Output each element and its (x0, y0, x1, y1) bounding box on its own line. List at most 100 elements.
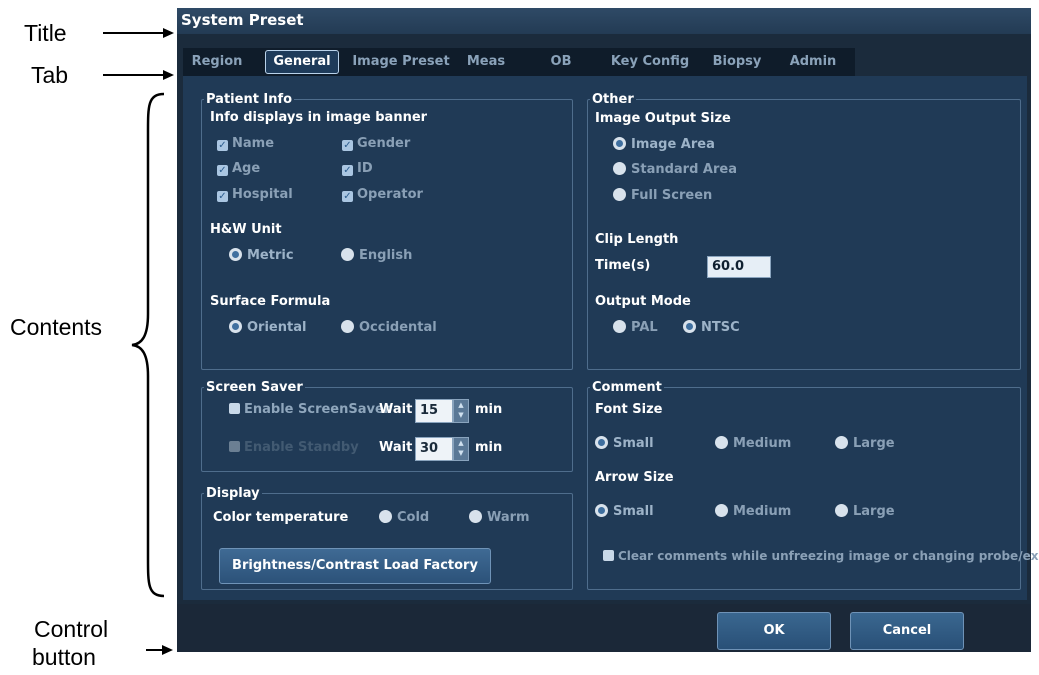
hw-unit-label: H&W Unit (210, 222, 282, 237)
wait-stepper-2[interactable]: ▲ ▼ (453, 437, 469, 461)
check-icon: ✓ (342, 165, 353, 176)
output-mode-label: Output Mode (595, 294, 691, 309)
comment-legend: Comment (592, 380, 662, 395)
radio-icon (613, 320, 626, 333)
check-icon: ✓ (342, 140, 353, 151)
check-icon: ✓ (217, 191, 228, 202)
tab-image-preset[interactable]: Image Preset (351, 48, 451, 76)
dialog-title: System Preset (181, 11, 304, 29)
wait-label-2: Wait (379, 440, 413, 455)
font-size-label: Font Size (595, 402, 663, 417)
tab-arrow (103, 74, 165, 76)
tab-key-config[interactable]: Key Config (605, 48, 695, 76)
oriental-radio[interactable]: Oriental (229, 320, 306, 335)
radio-icon (613, 188, 626, 201)
wait-unit-2: min (475, 440, 503, 455)
image-output-size-label: Image Output Size (595, 111, 731, 126)
time-label: Time(s) (595, 258, 651, 273)
wait-label-1: Wait (379, 402, 413, 417)
surface-formula-label: Surface Formula (210, 294, 331, 309)
radio-icon (379, 510, 392, 523)
clip-length-label: Clip Length (595, 232, 679, 247)
radio-icon (835, 504, 848, 517)
screen-saver-group: Screen Saver (201, 380, 573, 472)
id-checkbox[interactable]: ✓ ID (342, 161, 373, 176)
enable-screensaver-checkbox[interactable]: Enable ScreenSaver (229, 402, 390, 417)
tab-admin[interactable]: Admin (787, 48, 839, 76)
arrow-medium-radio[interactable]: Medium (715, 504, 791, 519)
wait-value-2: 30 (420, 441, 439, 456)
radio-icon (613, 162, 626, 175)
font-large-radio[interactable]: Large (835, 436, 895, 451)
contents-brace (131, 92, 165, 598)
radio-selected-icon (229, 248, 242, 261)
tab-meas[interactable]: Meas (461, 48, 511, 76)
occidental-radio[interactable]: Occidental (341, 320, 437, 335)
radio-selected-icon (683, 320, 696, 333)
tab-annotation: Tab (31, 62, 69, 88)
checkbox-icon (229, 403, 240, 414)
clear-comments-checkbox[interactable]: Clear comments while unfreezing image or… (603, 549, 1039, 563)
radio-selected-icon (595, 436, 608, 449)
image-area-radio[interactable]: Image Area (613, 137, 715, 152)
operator-checkbox[interactable]: ✓ Operator (342, 187, 423, 202)
name-checkbox[interactable]: ✓ Name (217, 136, 274, 151)
title-arrow-head (163, 28, 174, 38)
tab-general[interactable]: General (265, 50, 339, 74)
pal-radio[interactable]: PAL (613, 320, 658, 335)
control-annotation-line1: Control (34, 616, 109, 642)
radio-icon (835, 436, 848, 449)
control-annotation-line2: button (32, 644, 96, 670)
wait-stepper-1[interactable]: ▲ ▼ (453, 399, 469, 423)
color-temperature-label: Color temperature (213, 510, 349, 525)
time-input[interactable]: 60.0 (707, 256, 771, 278)
warm-radio[interactable]: Warm (469, 510, 530, 525)
radio-icon (341, 320, 354, 333)
control-arrow-head (162, 645, 173, 655)
tab-biopsy[interactable]: Biopsy (709, 48, 765, 76)
enable-standby-checkbox[interactable]: Enable Standby (229, 440, 359, 455)
wait-input-2[interactable]: 30 (415, 437, 453, 461)
wait-input-1[interactable]: 15 (415, 399, 453, 423)
radio-selected-icon (613, 137, 626, 150)
tab-arrow-head (163, 70, 174, 80)
cancel-button[interactable]: Cancel (850, 612, 964, 650)
system-preset-dialog: System Preset Region General Image Prese… (177, 8, 1039, 652)
radio-selected-icon (229, 320, 242, 333)
gender-checkbox[interactable]: ✓ Gender (342, 136, 410, 151)
ok-button[interactable]: OK (717, 612, 831, 650)
cold-radio[interactable]: Cold (379, 510, 429, 525)
contents-panel: Patient Info Info displays in image bann… (183, 76, 1039, 600)
metric-radio[interactable]: Metric (229, 248, 294, 263)
title-arrow (103, 32, 165, 34)
ntsc-radio[interactable]: NTSC (683, 320, 740, 335)
tab-ob[interactable]: OB (543, 48, 579, 76)
wait-unit-1: min (475, 402, 503, 417)
control-button-bar: OK Cancel (177, 604, 1031, 652)
load-factory-button[interactable]: Brightness/Contrast Load Factory (219, 548, 491, 584)
screen-saver-legend: Screen Saver (206, 380, 303, 395)
check-icon: ✓ (217, 140, 228, 151)
banner-label: Info displays in image banner (210, 110, 428, 125)
radio-icon (715, 436, 728, 449)
title-annotation: Title (24, 20, 67, 46)
time-value: 60.0 (712, 259, 745, 274)
age-checkbox[interactable]: ✓ Age (217, 161, 260, 176)
display-legend: Display (206, 486, 260, 501)
full-screen-radio[interactable]: Full Screen (613, 188, 712, 203)
font-small-radio[interactable]: Small (595, 436, 654, 451)
arrow-small-radio[interactable]: Small (595, 504, 654, 519)
standard-area-radio[interactable]: Standard Area (613, 162, 737, 177)
english-radio[interactable]: English (341, 248, 412, 263)
tab-region[interactable]: Region (187, 48, 247, 76)
arrow-large-radio[interactable]: Large (835, 504, 895, 519)
arrow-size-label: Arrow Size (595, 470, 674, 485)
checkbox-icon (229, 441, 240, 452)
font-medium-radio[interactable]: Medium (715, 436, 791, 451)
check-icon: ✓ (217, 165, 228, 176)
dialog-title-bar: System Preset (177, 8, 1031, 34)
wait-value-1: 15 (420, 403, 439, 418)
patient-info-legend: Patient Info (206, 92, 293, 107)
radio-icon (341, 248, 354, 261)
hospital-checkbox[interactable]: ✓ Hospital (217, 187, 293, 202)
